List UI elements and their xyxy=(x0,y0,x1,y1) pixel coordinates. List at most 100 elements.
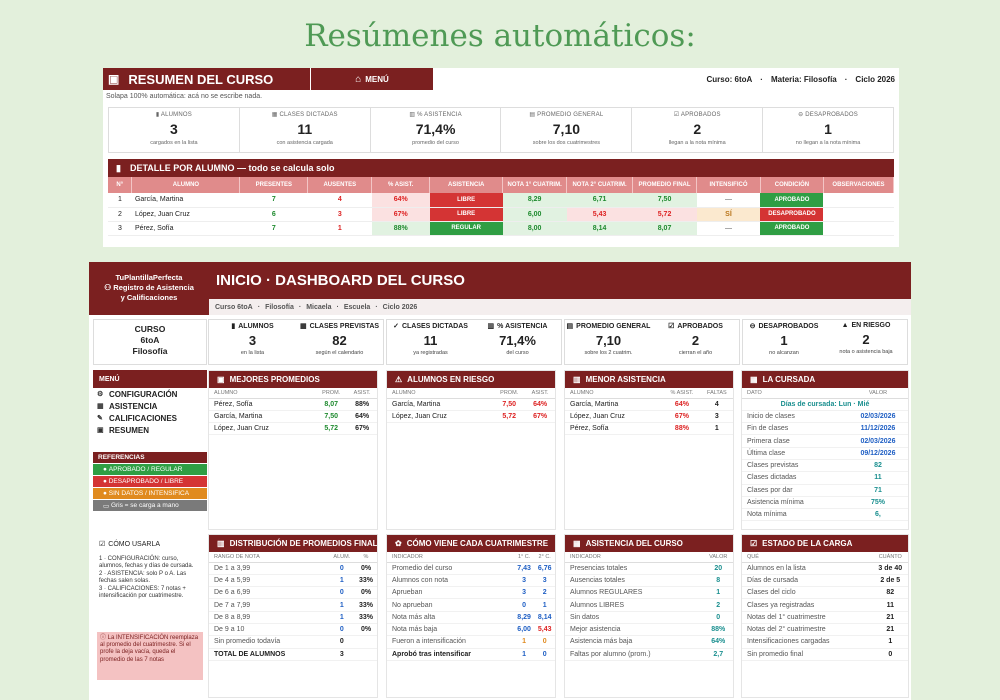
cell-obs[interactable] xyxy=(823,207,894,222)
col-header: INDICADOR xyxy=(387,552,514,563)
book-icon: ▤ xyxy=(529,112,538,118)
cell-condicion: APROBADO xyxy=(760,221,824,236)
cell: 5,72 xyxy=(493,410,526,424)
how-to-panel: ☑ CÓMO USARLA 1 · CONFIGURACIÓN: curso, a… xyxy=(93,534,207,696)
kpi-value: 7,10 xyxy=(595,333,622,348)
calendar-icon: ▦ xyxy=(750,375,758,384)
cell: Clases por dar xyxy=(742,484,848,497)
nav-item-asistencia[interactable]: ▦ ASISTENCIA xyxy=(93,400,207,412)
kpi-alumnos: ▮ ALUMNOS 3 en la lista xyxy=(209,320,296,364)
cell-n1: 6,00 xyxy=(502,207,567,222)
brand-name: TuPlantillaPerfecta xyxy=(115,273,183,282)
chart-icon: ▥ xyxy=(409,112,418,118)
kpi-sub: no alcanzan xyxy=(769,350,799,356)
table-row: Faltas por alumno (prom.) 2,7 xyxy=(565,648,733,661)
panel-title: MENOR ASISTENCIA xyxy=(585,375,666,384)
kpi-clases-dictadas: ✓ CLASES DICTADAS 11 ya registradas xyxy=(387,320,474,364)
table-row: Fin de clases 11/12/2026 xyxy=(742,422,908,436)
table-row: De 8 a 8,99 1 33% xyxy=(209,611,377,624)
kpi-value: 11 xyxy=(423,333,438,348)
kpi-label: PROMEDIO GENERAL xyxy=(576,323,651,330)
cell: 33% xyxy=(355,611,377,624)
cell xyxy=(355,635,377,649)
table-row: Inicio de clases 02/03/2026 xyxy=(742,410,908,424)
panel-cuatrimestre: ✿ CÓMO VIENE CADA CUATRIMESTRE INDICADOR 1… xyxy=(386,534,556,698)
kpi-label: ALUMNOS xyxy=(238,323,274,330)
cell: 4 xyxy=(700,398,733,411)
table-row[interactable]: 3 Pérez, Sofía 7 1 88% REGULAR 8,00 8,14… xyxy=(108,221,894,236)
table-row: Clases del ciclo 82 xyxy=(742,586,908,600)
kpi-asistencia: ▥ % ASISTENCIA 71,4% promedio del curso xyxy=(371,108,502,152)
cell-intens: — xyxy=(696,221,761,236)
meta-ciclo: Ciclo 2026 xyxy=(855,74,895,84)
kpi-alumnos: ▮ ALUMNOS 3 cargados en la lista xyxy=(109,108,240,152)
cell-pct: 88% xyxy=(371,221,430,236)
kpi-value: 3 xyxy=(170,121,178,137)
table-row: De 4 a 5,99 1 33% xyxy=(209,574,377,588)
col-header: PRESENTES xyxy=(239,177,309,193)
cell: Aprueban xyxy=(387,586,514,600)
checkbox-icon: ☑ xyxy=(673,112,681,118)
minus-circle-icon: ⊖ xyxy=(749,323,756,330)
cell-prom: 8,07 xyxy=(632,221,697,236)
cell: Clases previstas xyxy=(742,459,848,473)
how-to-step: 2 · ASISTENCIA: solo P o A. Las fechas s… xyxy=(99,570,187,585)
cell: 64% xyxy=(663,398,701,411)
col-header: ALUM. xyxy=(328,552,355,563)
col-header: CUÁNTO xyxy=(872,552,908,563)
cell: De 8 a 8,99 xyxy=(209,611,329,624)
cell-obs[interactable] xyxy=(823,193,894,208)
cell: López, Juan Cruz xyxy=(387,410,494,424)
kpi-en-riesgo: ▲ EN RIESGO 2 nota o asistencia baja xyxy=(825,320,907,364)
col-header: PROMEDIO FINAL xyxy=(632,177,698,193)
cell: López, Juan Cruz xyxy=(565,410,664,424)
cell: García, Martina xyxy=(387,398,494,411)
col-header: ALUMNO xyxy=(565,388,664,399)
clipboard-icon: ▮ xyxy=(116,162,121,173)
menu-button[interactable]: ⌂ MENÚ xyxy=(311,68,433,90)
kpi-sub: no llegan a la nota mínima xyxy=(795,140,861,146)
kpi-value: 1 xyxy=(780,333,788,348)
home-icon: ⌂ xyxy=(355,73,362,85)
kpi-sub: del curso xyxy=(506,350,529,356)
nav-item-resumen[interactable]: ▣ RESUMEN xyxy=(93,424,207,436)
cell-presentes: 6 xyxy=(239,207,308,222)
kpi-sub: cargados en la lista xyxy=(150,140,198,146)
kpi-group-3: ▤ PROMEDIO GENERAL 7,10 sobre los 2 cuatrim… xyxy=(564,319,740,365)
table-row[interactable]: 2 López, Juan Cruz 6 3 67% LIBRE 6,00 5,… xyxy=(108,207,894,222)
table-row: Nota mínima 6, xyxy=(742,508,908,522)
cell: TOTAL DE ALUMNOS xyxy=(209,648,329,661)
nav-item-calificaciones[interactable]: ✎ CALIFICACIONES xyxy=(93,412,207,424)
cell xyxy=(355,648,377,661)
table-row[interactable]: 1 García, Martina 7 4 64% LIBRE 8,29 6,7… xyxy=(108,193,894,208)
panel-cursada: ▦ LA CURSADA DATO VALOR Días de cursada: L… xyxy=(741,370,909,530)
cell: Inicio de clases xyxy=(742,410,848,424)
cell: 3 xyxy=(700,410,733,424)
cell: 1 xyxy=(513,635,535,649)
table-row: Aprueban 3 2 xyxy=(387,586,555,600)
cell-ausentes: 3 xyxy=(307,207,372,222)
cell: 5,72 xyxy=(315,422,348,436)
cell: 6, xyxy=(847,508,908,522)
kpi-label: DESAPROBADOS xyxy=(758,323,819,330)
ref-gris: ▭ Gris = se carga a mano xyxy=(93,500,207,511)
cell: Alumnos REGULARES xyxy=(565,586,704,600)
kpi-label: EN RIESGO xyxy=(851,322,891,329)
col-header: % xyxy=(355,552,377,563)
cell: Pérez, Sofía xyxy=(209,398,316,411)
how-to-title: CÓMO USARLA xyxy=(108,541,161,548)
cell: Fin de clases xyxy=(742,422,848,436)
table-row: Sin promedio final 0 xyxy=(742,648,908,661)
cell: 64% xyxy=(703,635,733,649)
col-header: NOTA 1° CUATRIM. xyxy=(502,177,568,193)
cell: 7,50 xyxy=(493,398,526,411)
nav-item-configuracion[interactable]: ⚙ CONFIGURACIÓN xyxy=(93,388,207,400)
cell: Alumnos LIBRES xyxy=(565,598,704,612)
cell-obs[interactable] xyxy=(823,221,894,236)
cell: 67% xyxy=(525,410,555,424)
cell: 0 xyxy=(328,586,355,600)
table-row: De 6 a 6,99 0 0% xyxy=(209,586,377,600)
cell: 88% xyxy=(347,398,377,411)
crumb-item: Filosofía xyxy=(265,303,294,311)
kpi-label: % ASISTENCIA xyxy=(497,323,548,330)
